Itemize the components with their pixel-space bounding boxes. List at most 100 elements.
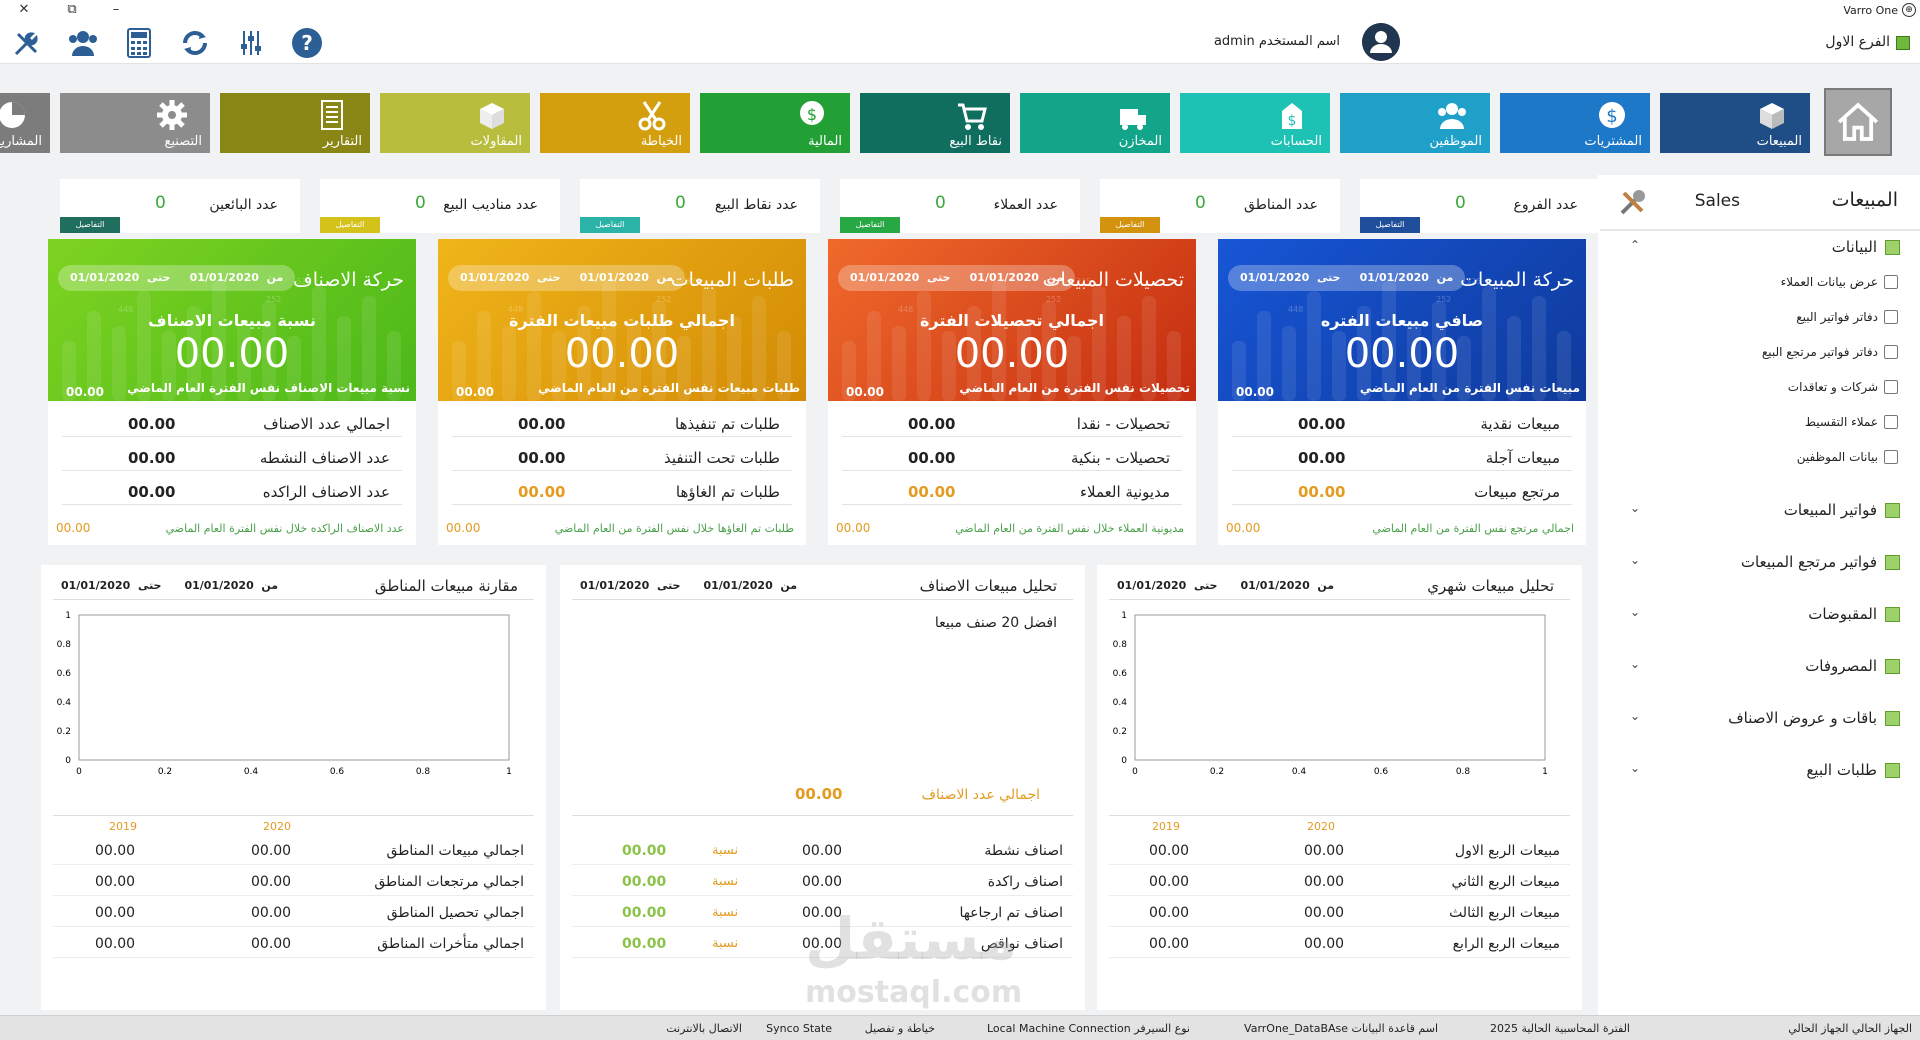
sidebar-item-label: عرض بيانات العملاء [1780, 275, 1878, 289]
chevron-down-icon[interactable]: ⌄ [1630, 657, 1640, 671]
from-date[interactable]: 01/01/2020 [1240, 579, 1309, 592]
to-date[interactable]: 01/01/2020 [1117, 579, 1186, 592]
module-6[interactable]: $ المالية [700, 93, 850, 153]
row-label: مرتجع مبيعات [1474, 483, 1560, 501]
sidebar-section[interactable]: طلبات البيع [1806, 758, 1900, 782]
sidebar-section-label: المصروفات [1805, 657, 1877, 675]
chevron-down-icon[interactable]: ⌄ [1630, 709, 1640, 723]
divider [1109, 815, 1570, 816]
detail-footnote: مديونية العملاء خلال نفس الفترة من العام… [955, 522, 1184, 535]
module-0[interactable]: المبيعات [1660, 93, 1810, 153]
details-button[interactable]: التفاصيل [840, 217, 900, 233]
stat-value: 0 [1195, 193, 1206, 213]
avatar[interactable] [1362, 23, 1400, 61]
home-button[interactable] [1824, 88, 1892, 156]
sidebar-section[interactable]: فواتير مرتجع المبيعات [1741, 550, 1900, 574]
module-9[interactable]: التقارير [220, 93, 370, 153]
module-2[interactable]: الموظفين [1340, 93, 1490, 153]
value-2020: 00.00 [1304, 905, 1345, 921]
section-icon [1885, 762, 1900, 778]
date-range[interactable]: من 01/01/2020 حتى 01/01/2020 [448, 265, 686, 291]
user-label: اسم المستخدم admin [1214, 34, 1340, 49]
card-subtitle: اجمالي طلبات مبيعات الفترة [509, 311, 735, 330]
chevron-down-icon[interactable]: ⌄ [1630, 761, 1640, 775]
sidebar-item[interactable]: عملاء التقسيط [1805, 413, 1898, 431]
module-10[interactable]: التصنيع [60, 93, 210, 153]
section-icon [1885, 554, 1900, 570]
details-button[interactable]: التفاصيل [1360, 217, 1420, 233]
module-label: الخياطة [640, 134, 682, 149]
tools-icon[interactable] [1616, 185, 1650, 219]
to-date[interactable]: 01/01/2020 [580, 579, 649, 592]
settings-sliders-icon[interactable] [234, 26, 268, 60]
monthly-chart: 0 0.2 0.4 0.6 0.8 1 0 0.2 0.4 0.6 0.8 1 [1113, 611, 1548, 777]
users-icon[interactable] [66, 26, 100, 60]
module-1[interactable]: $ المشتريات [1500, 93, 1650, 153]
table-row: مبيعات الربع الثالث 00.00 00.00 [1109, 897, 1570, 927]
stat-card: عدد نقاط البيع 0 التفاصيل [580, 179, 820, 233]
stat-value: 0 [935, 193, 946, 213]
to-date[interactable]: 01/01/2020 [61, 579, 130, 592]
tools-icon[interactable] [10, 26, 44, 60]
details-button[interactable]: التفاصيل [1100, 217, 1160, 233]
sidebar-section[interactable]: باقات و عروض الاصناف [1728, 706, 1900, 730]
summary-card: 325 252 448 حركة المبيعات من 01/01/2020 حتى … [1218, 239, 1586, 401]
sidebar-item[interactable]: دفاتر فواتير مرتجع البيع [1762, 343, 1898, 361]
sidebar-item[interactable]: دفاتر فواتير البيع [1796, 308, 1898, 326]
value-2019: 00.00 [1149, 874, 1190, 890]
sidebar-item[interactable]: عرض بيانات العملاء [1781, 273, 1898, 291]
details-button[interactable]: التفاصيل [580, 217, 640, 233]
sidebar-item[interactable]: بيانات الموظفين [1797, 448, 1898, 466]
sidebar-section[interactable]: المقبوضات [1808, 602, 1900, 626]
chevron-down-icon[interactable]: ⌄ [1630, 553, 1640, 567]
x-tick-label: 0.4 [244, 767, 259, 777]
date-range[interactable]: من 01/01/2020 حتى 01/01/2020 [1228, 265, 1466, 291]
minimize-icon[interactable]: – [106, 2, 126, 17]
refresh-icon[interactable] [178, 26, 212, 60]
details-button[interactable]: التفاصيل [320, 217, 380, 233]
table-row: مبيعات الربع الاول 00.00 00.00 [1109, 835, 1570, 865]
module-7[interactable]: الخياطة [540, 93, 690, 153]
card-footnote-value: 00.00 [456, 385, 494, 399]
calculator-icon[interactable] [122, 26, 156, 60]
from-date[interactable]: 01/01/2020 [703, 579, 772, 592]
date-range[interactable]: من 01/01/2020 حتى 01/01/2020 [58, 265, 296, 291]
sidebar-section[interactable]: فواتير المبيعات [1784, 498, 1900, 522]
package-icon [480, 103, 504, 129]
module-11[interactable]: المشاريع [0, 93, 50, 153]
sidebar-section[interactable]: المصروفات [1805, 654, 1900, 678]
module-8[interactable]: المقاولات [380, 93, 530, 153]
x-tick-label: 0.2 [1210, 767, 1224, 777]
module-5[interactable]: نقاط البيع [860, 93, 1010, 153]
table-row: مبيعات الربع الرابع 00.00 00.00 [1109, 928, 1570, 958]
row-label: اجمالي متأخرات المناطق [377, 936, 524, 952]
details-button[interactable]: التفاصيل [60, 217, 120, 233]
close-icon[interactable]: ✕ [14, 2, 34, 17]
module-label: المبيعات [1756, 134, 1802, 149]
toolbar: ? [0, 22, 1920, 64]
summary-card: 325 252 448 طلبات المبيعات من 01/01/2020 حتى… [438, 239, 806, 401]
help-icon[interactable]: ? [290, 26, 324, 60]
ratio-value: 00.00 [622, 874, 667, 890]
sidebar-item-label: دفاتر فواتير مرتجع البيع [1761, 345, 1878, 359]
restore-icon[interactable]: ⧉ [62, 2, 82, 17]
row-label: تحصيلات - نقدا [1076, 415, 1170, 433]
date-range[interactable]: من 01/01/2020 حتى 01/01/2020 [838, 265, 1076, 291]
dollar-icon: $ [1599, 102, 1625, 128]
from-date[interactable]: 01/01/2020 [184, 579, 253, 592]
chevron-up-icon[interactable]: ⌃ [1630, 238, 1640, 252]
sidebar-item[interactable]: شركات و تعاقدات [1788, 378, 1898, 396]
status-item: خياطة و تفصيل [865, 1022, 935, 1035]
chevron-down-icon[interactable]: ⌄ [1630, 501, 1640, 515]
row-value: 00.00 [518, 483, 566, 501]
branch-name[interactable]: الفرع الاول [1825, 34, 1890, 50]
chevron-down-icon[interactable]: ⌄ [1630, 605, 1640, 619]
module-4[interactable]: المخازن [1020, 93, 1170, 153]
section-icon [1885, 710, 1900, 726]
module-3[interactable]: $ الحسابات [1180, 93, 1330, 153]
detail-row: طلبات تم الغاؤها 00.00 [452, 473, 792, 505]
detail-row: تحصيلات - نقدا 00.00 [842, 405, 1182, 437]
summary-card: 325 252 448 حركة الاصناف من 01/01/2020 حتى 0… [48, 239, 416, 401]
ratio-value: 00.00 [622, 843, 667, 859]
sidebar-section[interactable]: البيانات [1832, 235, 1900, 259]
